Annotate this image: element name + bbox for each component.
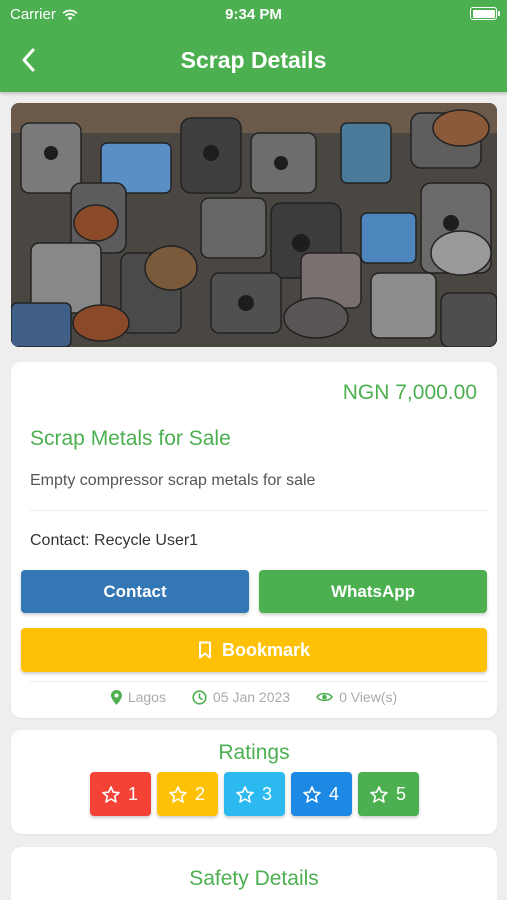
location-label: Lagos bbox=[127, 689, 166, 705]
rating-label: 3 bbox=[261, 783, 272, 804]
rating-label: 1 bbox=[127, 783, 138, 804]
rating-options: 1 2 3 4 5 bbox=[11, 772, 497, 816]
listing-details-card: NGN 7,000.00 Scrap Metals for Sale Empty… bbox=[11, 362, 497, 718]
safety-title: Safety Details bbox=[189, 867, 319, 890]
date-info: 05 Jan 2023 bbox=[192, 689, 290, 705]
star-icon bbox=[303, 785, 321, 803]
star-icon bbox=[102, 785, 120, 803]
bookmark-button-label: Bookmark bbox=[221, 639, 311, 660]
location-info: Lagos bbox=[110, 689, 166, 705]
listing-title: Scrap Metals for Sale bbox=[30, 427, 231, 450]
ratings-card: Ratings 1 2 3 4 5 bbox=[11, 730, 497, 834]
views-label: 0 View(s) bbox=[339, 689, 398, 705]
listing-price: NGN 7,000.00 bbox=[342, 381, 477, 404]
rating-label: 5 bbox=[395, 783, 406, 804]
clock-icon bbox=[192, 689, 207, 705]
date-label: 05 Jan 2023 bbox=[212, 689, 291, 705]
bookmark-icon bbox=[198, 641, 211, 659]
status-bar: Carrier 9:34 PM bbox=[0, 0, 507, 28]
header-bar: Scrap Details bbox=[0, 28, 507, 92]
star-icon bbox=[169, 785, 187, 803]
divider bbox=[30, 681, 487, 682]
rating-label: 2 bbox=[194, 783, 205, 804]
listing-meta: Lagos 05 Jan 2023 0 View(s) bbox=[11, 689, 497, 705]
rating-button-2[interactable]: 2 bbox=[156, 772, 218, 816]
views-info: 0 View(s) bbox=[316, 689, 397, 705]
contact-button[interactable]: Contact bbox=[21, 570, 249, 613]
location-pin-icon bbox=[110, 689, 122, 705]
star-icon bbox=[236, 785, 254, 803]
rating-button-5[interactable]: 5 bbox=[357, 772, 419, 816]
star-icon bbox=[370, 785, 388, 803]
rating-label: 4 bbox=[328, 783, 339, 804]
battery-icon bbox=[470, 7, 500, 20]
rating-button-1[interactable]: 1 bbox=[89, 772, 151, 816]
listing-description: Empty compressor scrap metals for sale bbox=[30, 472, 316, 489]
eye-icon bbox=[316, 692, 333, 702]
contact-button-label: Contact bbox=[103, 581, 167, 601]
whatsapp-button[interactable]: WhatsApp bbox=[259, 570, 487, 613]
contact-info: Contact: Recycle User1 bbox=[30, 532, 199, 549]
rating-button-3[interactable]: 3 bbox=[223, 772, 285, 816]
page-title: Scrap Details bbox=[180, 47, 327, 73]
bookmark-button[interactable]: Bookmark bbox=[21, 628, 487, 672]
safety-details-card: Safety Details bbox=[11, 847, 497, 900]
whatsapp-button-label: WhatsApp bbox=[330, 581, 416, 601]
rating-button-4[interactable]: 4 bbox=[290, 772, 352, 816]
divider bbox=[30, 510, 487, 511]
listing-image bbox=[11, 103, 497, 347]
ratings-title: Ratings bbox=[218, 741, 290, 764]
clock: 9:34 PM bbox=[225, 6, 282, 23]
